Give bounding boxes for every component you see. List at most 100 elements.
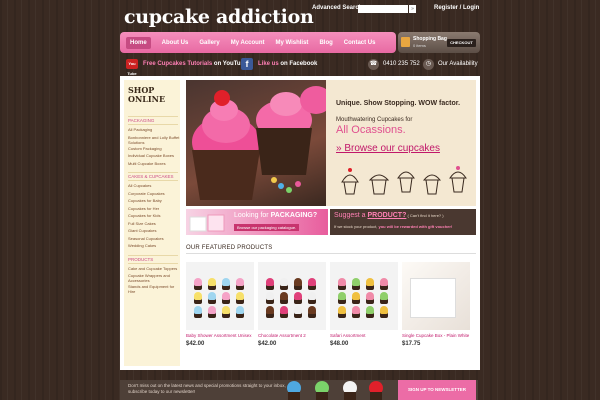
product-image[interactable] xyxy=(402,262,470,330)
sidebar-item[interactable]: Full Size Cakes xyxy=(128,221,180,226)
suggest-sub: If we stock your product, xyxy=(334,224,379,229)
cupcake-thumb xyxy=(308,278,316,286)
footer-cupcakes-image xyxy=(287,381,383,400)
suggest-title: Suggest a PRODUCT? ( Can't find it here?… xyxy=(334,212,444,219)
product-name[interactable]: Chocolate Assortment 2 xyxy=(258,333,306,338)
logo-text: cupcake addiction xyxy=(124,6,314,28)
search-input[interactable] xyxy=(358,5,408,13)
facebook-link[interactable]: Like us on Facebook xyxy=(258,61,317,67)
cupcake-thumb xyxy=(194,278,202,286)
cupcake-thumb xyxy=(266,278,274,286)
cupcake-thumb xyxy=(208,278,216,286)
sidebar-item[interactable]: Individual Cupcake Boxes xyxy=(128,153,180,158)
newsletter-text: Don't miss out on the latest news and sp… xyxy=(128,383,286,394)
nav-gallery[interactable]: Gallery xyxy=(199,40,219,46)
packaging-bold: PACKAGING? xyxy=(270,212,318,219)
product-price: $42.00 xyxy=(258,341,277,347)
packaging-banner[interactable]: Looking for PACKAGING? Browse our packag… xyxy=(186,209,328,235)
youtube-highlight: Free Cupcakes Tutorials xyxy=(143,61,213,67)
sidebar-item[interactable]: Cupcakes for Kids xyxy=(128,213,180,218)
sidebar-item[interactable]: Cupcake Wrappers and Accessories xyxy=(128,273,180,283)
featured-divider xyxy=(186,253,476,254)
hero-cupcakes-image xyxy=(186,80,332,206)
cupcake-thumb xyxy=(222,292,230,300)
bag-icon xyxy=(401,37,410,47)
product-name[interactable]: Single Cupcake Box - Plain White xyxy=(402,333,469,338)
suggest-sub-bold: you will be rewarded with gift voucher! xyxy=(378,224,453,229)
nav-blog[interactable]: Blog xyxy=(319,40,332,46)
advanced-search-label[interactable]: Advanced Search xyxy=(312,5,362,11)
sidebar-item[interactable]: Multi Cupcake Boxes xyxy=(128,161,180,166)
cupcake-thumb xyxy=(280,292,288,300)
cupcake-thumb xyxy=(380,278,388,286)
sidebar-item[interactable]: Wedding Cakes xyxy=(128,243,180,248)
sidebar-item[interactable]: Seasonal Cupcakes xyxy=(128,236,180,241)
cupcake-thumb xyxy=(208,292,216,300)
cupcake-thumb xyxy=(194,306,202,314)
sidebar-item[interactable]: Bonbonniere and Lolly Buffet Solutions xyxy=(128,135,180,145)
cupcake-thumb xyxy=(380,292,388,300)
register-login-link[interactable]: Register / Login xyxy=(434,5,479,11)
cupcake-thumb xyxy=(280,278,288,286)
facebook-rest: on Facebook xyxy=(278,61,318,67)
browse-cupcakes-link[interactable]: » Browse our cupcakes xyxy=(336,143,440,154)
phone-number: 0410 235 752 xyxy=(383,61,420,67)
hero-tagline: Unique. Show Stopping. WOW factor. xyxy=(336,100,461,107)
cupcake-thumb xyxy=(352,292,360,300)
cupcake-illustration xyxy=(192,86,332,200)
nav-my-account[interactable]: My Account xyxy=(231,40,265,46)
product-image[interactable] xyxy=(186,262,254,330)
sidebar-item[interactable]: Cake and Cupcake Toppers xyxy=(128,266,180,271)
cupcake-thumb xyxy=(294,306,302,314)
cupcake-thumb xyxy=(366,306,374,314)
cupcake-thumb xyxy=(236,278,244,286)
product-name[interactable]: Baby Shower Assortment Unisex xyxy=(186,333,252,338)
packaging-pre: Looking for xyxy=(234,212,271,219)
suggest-product-banner[interactable]: Suggest a PRODUCT? ( Can't find it here?… xyxy=(330,209,476,235)
availability-link[interactable]: Our Availability xyxy=(438,61,478,67)
newsletter-signup-button[interactable]: SIGN UP TO NEWSLETTER xyxy=(398,380,476,400)
hero-banner[interactable]: Unique. Show Stopping. WOW factor. Mouth… xyxy=(186,80,476,206)
product-image[interactable] xyxy=(330,262,398,330)
facebook-highlight: Like us xyxy=(258,61,279,67)
sidebar-item[interactable]: Giant Cupcakes xyxy=(128,228,180,233)
sidebar: SHOP ONLINE PACKAGING All Packaging Bonbon… xyxy=(124,80,180,366)
sidebar-item[interactable]: Cupcakes for Baby xyxy=(128,198,180,203)
content-panel: SHOP ONLINE PACKAGING All Packaging Bonbon… xyxy=(120,76,480,370)
youtube-link[interactable]: Free Cupcakes Tutorials on YouTube xyxy=(143,61,248,67)
cupcake-thumb xyxy=(366,278,374,286)
sidebar-section-heading: CAKES & CUPCAKES xyxy=(128,172,178,181)
cupcake-thumb xyxy=(380,306,388,314)
cupcake-thumb xyxy=(266,306,274,314)
cupcake-thumb xyxy=(294,292,302,300)
nav-home[interactable]: Home xyxy=(126,36,151,49)
sidebar-item[interactable]: All Packaging xyxy=(128,127,180,132)
youtube-icon[interactable]: You Tube xyxy=(126,59,138,76)
sidebar-item[interactable]: Corporate Cupcakes xyxy=(128,191,180,196)
sidebar-item[interactable]: All Cupcakes xyxy=(128,183,180,188)
product-image[interactable] xyxy=(258,262,326,330)
cupcake-thumb xyxy=(208,306,216,314)
search-go-button[interactable]: » xyxy=(409,5,416,13)
sidebar-item[interactable]: Custom Packaging xyxy=(128,146,180,151)
cupcake-thumb xyxy=(338,306,346,314)
product-price: $42.00 xyxy=(186,341,205,347)
sidebar-item[interactable]: Cupcakes for Her xyxy=(128,206,180,211)
cupcake-sketches xyxy=(341,166,467,195)
main-nav: Home About Us Gallery My Account My Wish… xyxy=(120,32,396,53)
facebook-icon[interactable]: f xyxy=(241,58,253,70)
shop-online-title: SHOP ONLINE xyxy=(128,85,166,104)
shopping-bag[interactable]: Shopping Bag 0 items CHECKOUT xyxy=(398,32,480,53)
cupcake-thumb xyxy=(308,306,316,314)
product-name[interactable]: Safari Assortment xyxy=(330,333,366,338)
nav-contact-us[interactable]: Contact Us xyxy=(344,40,376,46)
nav-my-wishlist[interactable]: My Wishlist xyxy=(275,40,308,46)
cupcake-thumb xyxy=(222,306,230,314)
site-logo[interactable]: cupcake addiction xyxy=(124,6,314,28)
cupcake-thumb xyxy=(294,278,302,286)
cupcake-thumb xyxy=(338,278,346,286)
sidebar-item[interactable]: Stands and Equipment for Hire xyxy=(128,284,180,294)
nav-about-us[interactable]: About Us xyxy=(162,40,189,46)
checkout-button[interactable]: CHECKOUT xyxy=(447,39,476,47)
suggest-subtitle: If we stock your product, you will be re… xyxy=(334,224,452,229)
